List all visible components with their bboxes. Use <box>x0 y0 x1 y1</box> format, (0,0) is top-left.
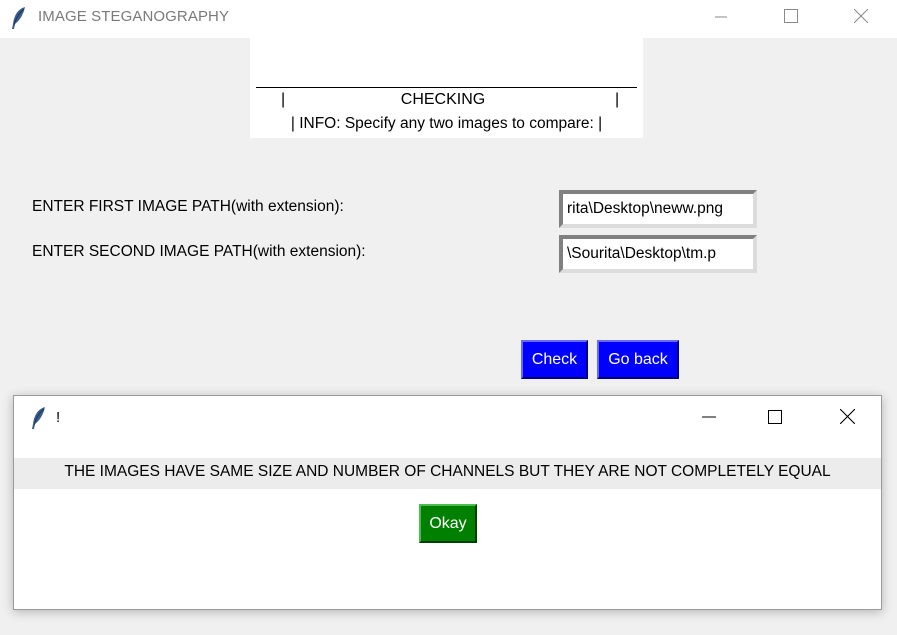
dialog-minimize-button[interactable] <box>686 396 732 440</box>
header-right-pipe: | <box>615 91 620 108</box>
info-text: | INFO: Specify any two images to compar… <box>290 115 603 132</box>
maximize-icon <box>784 8 798 27</box>
result-dialog: ! THE IMAGES HAVE SAME SIZE AND NUMBER O… <box>13 395 882 610</box>
maximize-icon <box>768 409 782 428</box>
window-title: IMAGE STEGANOGRAPHY <box>38 8 230 25</box>
close-icon <box>853 8 869 27</box>
minimize-icon <box>715 8 727 27</box>
okay-button[interactable]: Okay <box>419 504 477 543</box>
close-button[interactable] <box>838 0 884 34</box>
page-title: CHECKING <box>400 91 486 108</box>
dialog-maximize-button[interactable] <box>752 396 798 440</box>
first-image-path-label: ENTER FIRST IMAGE PATH(with extension): <box>32 198 344 215</box>
first-image-path-field[interactable] <box>559 190 757 228</box>
go-back-button[interactable]: Go back <box>597 340 679 379</box>
feather-icon <box>10 6 28 30</box>
header-info-box: | CHECKING | | INFO: Specify any two ima… <box>250 38 643 138</box>
header-divider <box>256 87 637 88</box>
second-image-path-label: ENTER SECOND IMAGE PATH(with extension): <box>32 243 366 260</box>
close-icon <box>839 408 855 428</box>
first-image-path-input[interactable] <box>563 194 753 224</box>
maximize-button[interactable] <box>768 0 814 34</box>
feather-icon <box>31 406 47 430</box>
second-image-path-input[interactable] <box>563 239 753 269</box>
title-bar: IMAGE STEGANOGRAPHY <box>0 0 897 38</box>
minimize-button[interactable] <box>698 0 744 34</box>
dialog-message-area: THE IMAGES HAVE SAME SIZE AND NUMBER OF … <box>14 458 881 489</box>
dialog-message: THE IMAGES HAVE SAME SIZE AND NUMBER OF … <box>64 463 831 480</box>
check-button[interactable]: Check <box>521 340 588 379</box>
second-image-path-field[interactable] <box>559 235 757 273</box>
dialog-close-button[interactable] <box>824 396 870 440</box>
minimize-icon <box>702 409 716 428</box>
dialog-title-bar: ! <box>14 396 881 441</box>
dialog-title: ! <box>56 409 61 426</box>
